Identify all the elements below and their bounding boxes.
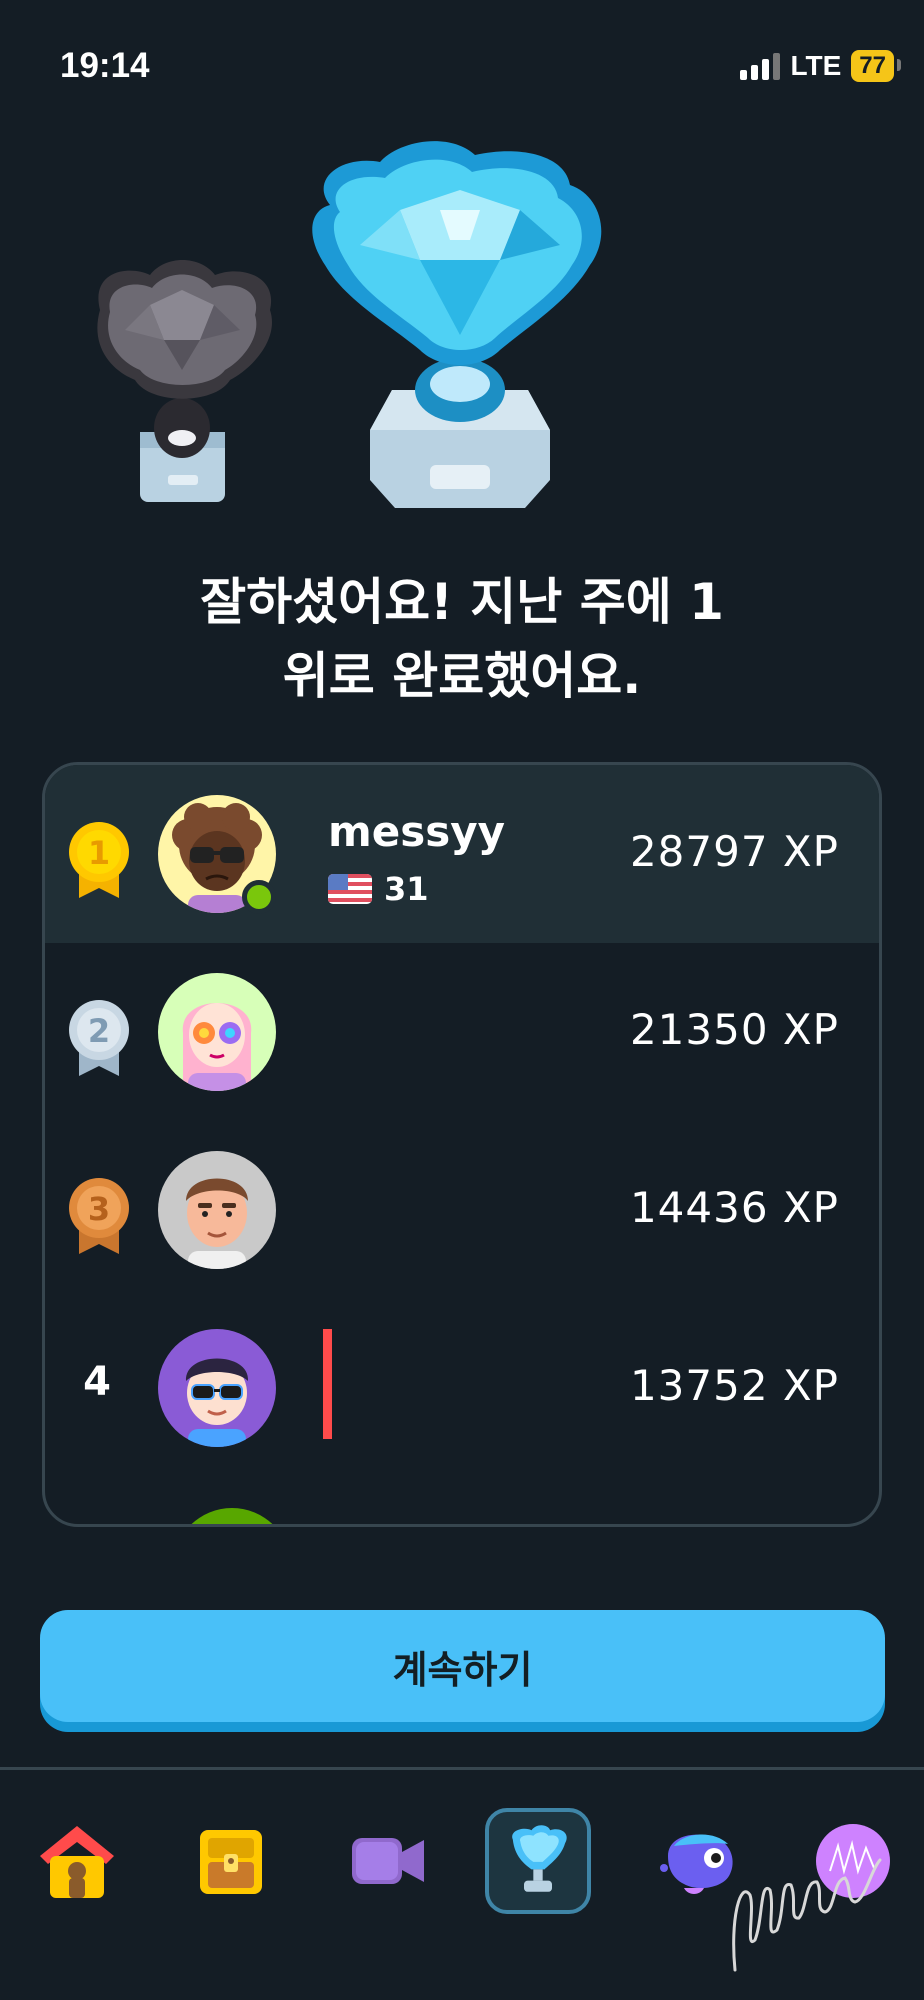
nav-chest[interactable] (178, 1808, 284, 1914)
bottom-nav (0, 1767, 924, 2000)
user-meta: 31 (328, 870, 429, 908)
network-type: LTE (790, 50, 842, 81)
xp-value: 28797 XP (629, 827, 839, 876)
leaderboard-list[interactable]: 1 messyy 31 28797 XP 2 21350 XP 3 14436 … (42, 762, 882, 1527)
battery-icon: 77 (851, 50, 901, 82)
rank-2-label: 2 (88, 1012, 110, 1050)
xp-value: 21350 XP (629, 1005, 839, 1054)
leaderboard-trophy-icon (512, 1825, 567, 1892)
status-bar: 19:14 LTE 77 (0, 0, 924, 130)
avatar (173, 1508, 291, 1524)
status-indicators: LTE 77 (740, 50, 901, 82)
leaderboard-row[interactable]: 3 14436 XP (45, 1121, 879, 1299)
avatar[interactable] (158, 1151, 276, 1269)
obsidian-trophy-icon (97, 260, 272, 502)
nav-home[interactable] (24, 1808, 130, 1914)
trophy-illustration (0, 140, 924, 530)
red-marker (323, 1329, 332, 1439)
continue-button[interactable]: 계속하기 (40, 1610, 885, 1722)
diamond-trophy-icon (312, 141, 602, 508)
leaderboard-row[interactable]: 2 21350 XP (45, 943, 879, 1121)
headline-line-1: 잘하셨어요! 지난 주에 1 (200, 573, 724, 631)
nav-duo[interactable] (646, 1808, 752, 1914)
headline-line-2: 위로 완료했어요. (282, 647, 642, 705)
avatar[interactable] (158, 1329, 276, 1447)
username[interactable]: messyy (328, 807, 505, 856)
status-time: 19:14 (60, 46, 150, 85)
leaderboard-row[interactable]: 1 messyy 31 28797 XP (45, 765, 879, 943)
duo-character-icon (660, 1834, 733, 1894)
streak-count: 31 (384, 870, 429, 908)
result-headline: 잘하셨어요! 지난 주에 1 위로 완료했어요. (0, 565, 924, 713)
nav-profile[interactable] (800, 1808, 906, 1914)
silver-medal-icon: 2 (69, 1000, 129, 1076)
nav-video[interactable] (334, 1808, 440, 1914)
bronze-medal-icon: 3 (69, 1178, 129, 1254)
rank-3-label: 3 (88, 1190, 110, 1228)
nav-leaderboard[interactable] (485, 1808, 591, 1914)
trophies-svg (97, 141, 602, 508)
leaderboard-row[interactable]: 4 13752 XP (45, 1299, 879, 1477)
us-flag-icon (328, 874, 372, 904)
avatar[interactable] (158, 973, 276, 1091)
treasure-chest-icon (200, 1830, 262, 1894)
xp-value: 14436 XP (629, 1183, 839, 1232)
xp-value: 13752 XP (629, 1361, 839, 1410)
home-icon (40, 1826, 114, 1898)
gold-medal-icon: 1 (69, 822, 129, 898)
profile-avatar-icon (816, 1824, 890, 1898)
video-icon (352, 1838, 424, 1884)
signal-icon (740, 52, 781, 80)
online-status-indicator (242, 880, 276, 914)
rank-number: 4 (83, 1359, 111, 1405)
rank-1-label: 1 (88, 834, 110, 872)
